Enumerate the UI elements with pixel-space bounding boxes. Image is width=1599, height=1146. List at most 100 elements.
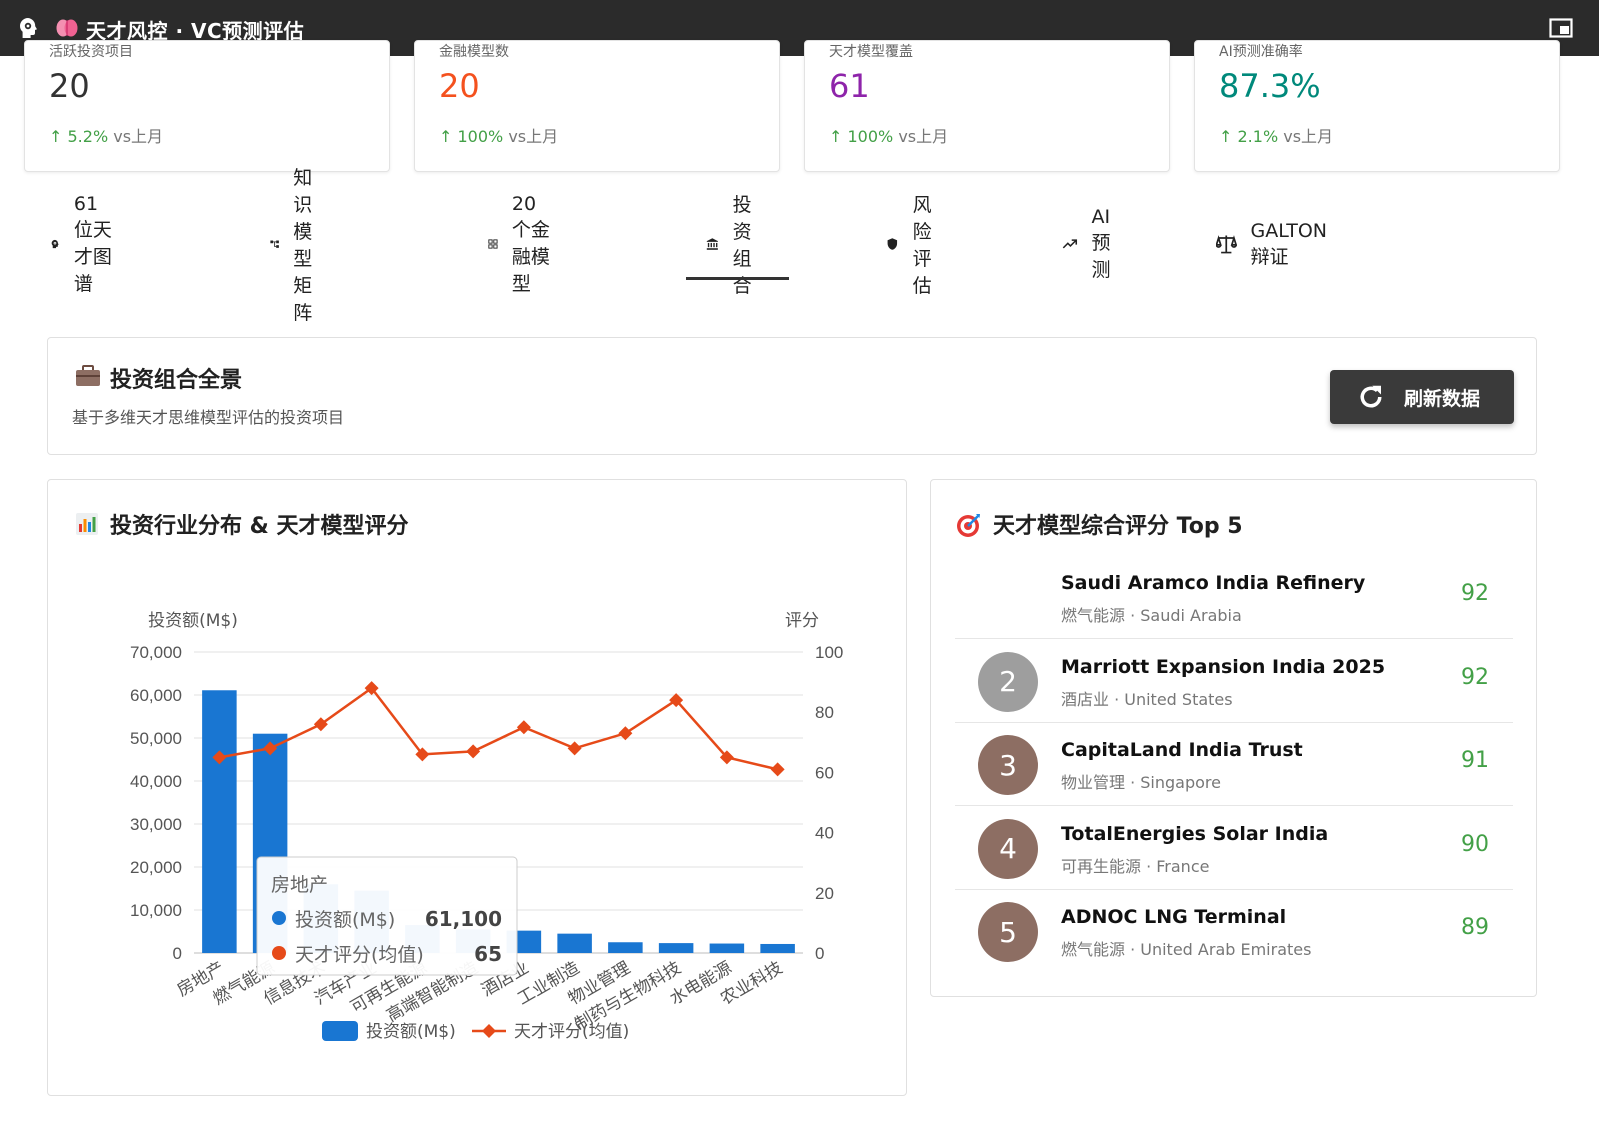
y-left-tick-label: 40,000 <box>130 772 182 791</box>
trend-value: 2.1% <box>1237 127 1279 146</box>
overview-title: 投资组合全景 <box>110 368 243 393</box>
y-left-tick-label: 10,000 <box>130 901 182 920</box>
legend-bar-label: 投资额(M$) <box>366 1022 456 1042</box>
stat-value: 20 <box>439 67 480 105</box>
stat-card: 活跃投资项目 20 ↑ 5.2% vs上月 <box>24 40 390 172</box>
top5-title: 天才模型综合评分 Top 5 <box>993 514 1243 539</box>
stat-trend: ↑ 100% vs上月 <box>439 123 558 147</box>
refresh-icon <box>1360 385 1382 408</box>
tab-financial-models[interactable]: 20个金融模型 <box>488 193 554 295</box>
bar <box>557 933 592 953</box>
tab-ai-prediction[interactable]: AI预测 <box>1062 206 1123 281</box>
tab-risk-assessment[interactable]: 风险评估 <box>886 194 947 297</box>
tab-label: 20个金融模型 <box>511 192 550 295</box>
stat-label: AI预测准确率 <box>1219 44 1303 60</box>
tab-label: 风险评估 <box>912 194 932 297</box>
legend-line-label: 天才评分(均值) <box>514 1022 629 1042</box>
y-right-tick-label: 20 <box>815 884 834 903</box>
y-left-tick-label: 70,000 <box>130 643 182 662</box>
tooltip-series-value: 65 <box>474 942 502 966</box>
score-point <box>516 720 531 735</box>
trend-value: 100% <box>847 127 894 146</box>
trend-compare: vs上月 <box>1278 127 1334 146</box>
project-score: 89 <box>1461 915 1489 940</box>
portfolio-overview-card: 投资组合全景 基于多维天才思维模型评估的投资项目 刷新数据 <box>47 337 1537 455</box>
project-meta: 物业管理 · Singapore <box>1061 773 1221 792</box>
y-right-axis-label: 评分 <box>785 611 819 631</box>
tab-galton-dialectic[interactable]: GALTON辩证 <box>1216 210 1334 278</box>
bank-icon <box>706 238 718 250</box>
project-name: CapitaLand India Trust <box>1061 739 1303 761</box>
y-left-tick-label: 20,000 <box>130 858 182 877</box>
trend-arrow-icon: ↑ <box>49 127 63 146</box>
project-score: 92 <box>1461 581 1489 606</box>
project-meta: 燃气能源 · United Arab Emirates <box>1061 940 1312 959</box>
y-right-tick-label: 100 <box>815 643 843 662</box>
stat-trend: ↑ 2.1% vs上月 <box>1219 123 1333 147</box>
score-point <box>567 741 582 756</box>
tab-label: 知识模型矩阵 <box>293 167 313 324</box>
picture-in-picture-icon[interactable] <box>1549 17 1573 39</box>
project-score: 91 <box>1461 748 1489 773</box>
bar <box>202 690 237 953</box>
top5-item[interactable]: 4 TotalEnergies Solar India 可再生能源 · France… <box>955 807 1513 890</box>
tab-label: GALTON辩证 <box>1250 219 1327 268</box>
refresh-data-button[interactable]: 刷新数据 <box>1330 370 1514 424</box>
tab-knowledge-matrix[interactable]: 知识模型矩阵 <box>270 167 331 324</box>
score-point <box>770 762 785 777</box>
legend-bar-swatch <box>322 1021 358 1041</box>
trend-compare: vs上月 <box>893 127 949 146</box>
tooltip-swatch <box>272 911 286 925</box>
tab-label: AI预测 <box>1091 206 1111 281</box>
trend-arrow-icon: ↑ <box>439 127 453 146</box>
top5-item[interactable]: 5 ADNOC LNG Terminal 燃气能源 · United Arab Em… <box>955 890 1513 973</box>
y-left-tick-label: 0 <box>173 944 182 963</box>
target-icon <box>957 514 980 537</box>
rank-badge: 3 <box>978 735 1038 795</box>
rank-badge: 5 <box>978 902 1038 962</box>
project-meta: 酒店业 · United States <box>1061 689 1233 709</box>
industry-chart-card: 投资行业分布 & 天才模型评分 0 10,000 20,000 30,000 40,00… <box>47 479 907 1096</box>
rank-badge: 1 <box>978 568 1038 628</box>
bar <box>760 943 795 953</box>
trend-value: 5.2% <box>67 127 109 146</box>
tab-portfolio[interactable]: 投资组合 <box>685 194 790 297</box>
project-name: TotalEnergies Solar India <box>1061 822 1329 845</box>
y-right-tick-label: 0 <box>815 944 824 963</box>
tab-label: 61位天才图谱 <box>73 192 112 295</box>
project-meta: 可再生能源 · France <box>1061 856 1210 876</box>
overview-subtitle: 基于多维天才思维模型评估的投资项目 <box>72 408 345 427</box>
y-right-tick-label: 40 <box>815 824 834 843</box>
hierarchy-icon <box>270 240 279 248</box>
y-left-tick-label: 60,000 <box>130 686 182 705</box>
head-gear-icon <box>20 18 37 38</box>
project-score: 90 <box>1461 831 1489 857</box>
shield-icon <box>887 238 898 250</box>
stat-label: 金融模型数 <box>439 44 509 60</box>
legend-line-marker <box>482 1024 496 1038</box>
tooltip-category: 房地产 <box>271 874 328 896</box>
rank-badge: 4 <box>978 818 1038 879</box>
brain-icon <box>56 19 78 37</box>
tooltip-swatch <box>272 946 286 960</box>
head-gear-icon <box>51 239 59 249</box>
tab-genius-graph[interactable]: 61位天才图谱 <box>50 193 116 295</box>
stat-value: 20 <box>49 67 90 105</box>
briefcase-icon <box>76 365 100 386</box>
bar <box>608 942 643 953</box>
top5-item[interactable]: 1 Saudi Aramco India Refinery 燃气能源 · Saudi… <box>955 556 1513 639</box>
y-left-tick-label: 30,000 <box>130 815 182 834</box>
industry-combo-chart[interactable]: 0 10,000 20,000 30,000 40,000 50,000 60,000 70,… <box>48 480 906 1095</box>
project-meta: 燃气能源 · Saudi Arabia <box>1061 606 1242 625</box>
stat-label: 天才模型覆盖 <box>829 44 913 60</box>
stat-card: 天才模型覆盖 61 ↑ 100% vs上月 <box>804 40 1170 172</box>
stat-value: 61 <box>829 67 870 105</box>
rank-badge: 2 <box>978 651 1038 712</box>
trend-arrow-icon: ↑ <box>829 127 843 146</box>
stat-value: 87.3% <box>1219 67 1321 105</box>
trend-compare: vs上月 <box>108 127 164 146</box>
top5-item[interactable]: 2 Marriott Expansion India 2025 酒店业 · Unit… <box>955 640 1513 723</box>
top5-item[interactable]: 3 CapitaLand India Trust 物业管理 · Singapore 9… <box>955 723 1513 806</box>
stat-card: 金融模型数 20 ↑ 100% vs上月 <box>414 40 780 172</box>
trending-up-icon <box>1062 239 1078 249</box>
